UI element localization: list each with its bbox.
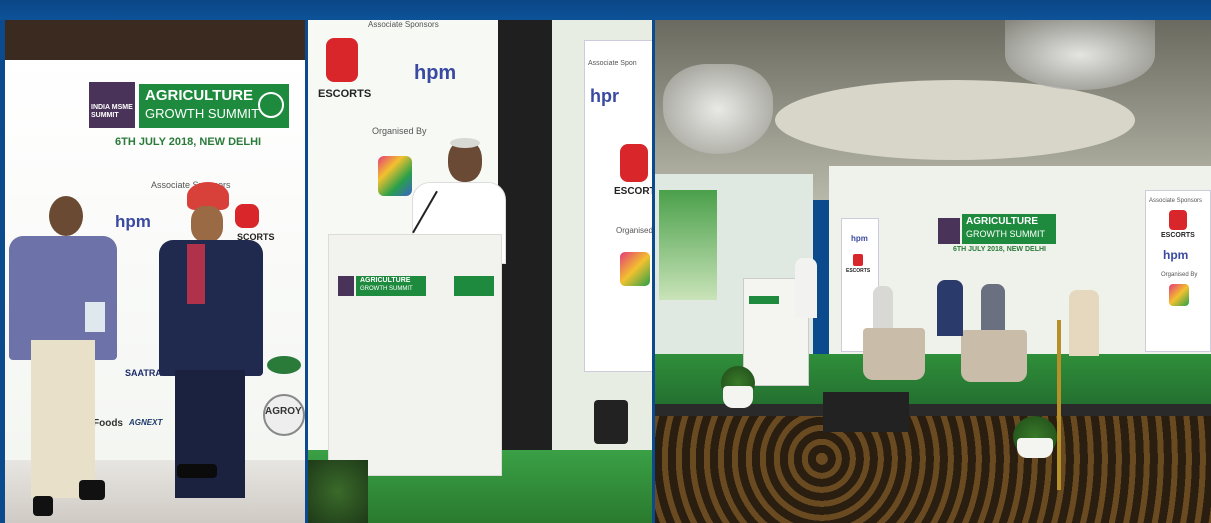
podium-side-banner [454, 276, 494, 296]
right-escorts-icon [620, 144, 648, 182]
side-escorts-text: ESCORTS [846, 268, 871, 274]
summit-date: 6TH JULY 2018, NEW DELHI [115, 136, 262, 148]
podium-title-2: GROWTH SUMMIT [360, 286, 413, 292]
banner-date: 6TH JULY 2018, NEW DELHI [953, 246, 1046, 253]
side-hpm: hpm [851, 234, 868, 243]
stage-steps [823, 392, 909, 432]
right-sponsors-label: Associate Sponsors [1149, 198, 1203, 204]
podium-banner [749, 296, 779, 304]
partner-agroy: AGROY [265, 406, 302, 417]
partner-agnext: AGNEXT [129, 418, 163, 427]
partner-foods: Foods [93, 418, 123, 429]
speaker [795, 258, 817, 318]
photo-panel-discussion: AGRICULTURE GROWTH SUMMIT 6TH JULY 2018,… [655, 20, 1211, 523]
msme-logo [938, 218, 960, 244]
person-left-trousers [31, 340, 95, 498]
stage-light [594, 400, 628, 444]
right-organised-label: Organised By [1161, 272, 1198, 278]
organised-by-label: Organised By [372, 126, 427, 136]
panelist-2 [937, 280, 963, 336]
india-msme-text: INDIA MSME SUMMIT [91, 104, 133, 119]
left-shoe [33, 496, 53, 516]
agri-title-1: AGRICULTURE [966, 216, 1039, 227]
wood-wall [5, 20, 305, 60]
panel-table-right [961, 330, 1027, 382]
podium [328, 234, 502, 476]
person-right-trousers [175, 370, 245, 498]
agri-title-2: GROWTH SUMMIT [145, 106, 260, 121]
side-escorts-icon [853, 254, 863, 266]
person-left-head [49, 196, 83, 236]
chandelier-left [663, 64, 773, 154]
escorts-logo-icon [235, 204, 259, 228]
collage-frame: INDIA MSME SUMMIT AGRICULTURE GROWTH SUM… [0, 0, 1211, 523]
right-escorts-text: ESCORTS [1161, 232, 1195, 239]
partner-green-logo [267, 356, 301, 374]
right-organised-label: Organised [616, 226, 652, 235]
agri-title-2: GROWTH SUMMIT [966, 229, 1045, 239]
plant-pot [1017, 438, 1053, 458]
panelist-3 [981, 284, 1005, 330]
escorts-logo-icon [326, 38, 358, 82]
tie [187, 244, 205, 304]
top-border [0, 0, 1211, 20]
person-right-suit [159, 240, 263, 376]
ceiling-cove [775, 80, 1135, 160]
right-escorts-icon [1169, 210, 1187, 230]
hpm-logo: hpm [115, 212, 151, 231]
plant-left-pot [723, 386, 753, 408]
podium-msme-logo [338, 276, 354, 296]
leaf-emblem-icon [258, 92, 284, 118]
right-associate-label: Associate Spon [588, 60, 637, 67]
patterned-carpet [655, 416, 1211, 523]
dark-gap [498, 20, 552, 450]
plant [308, 460, 368, 523]
right-shoe [79, 480, 105, 500]
podium-title-1: AGRICULTURE [360, 277, 411, 284]
photo-speaker-podium: Associate Sponsors ESCORTS hpm Organised… [308, 20, 652, 523]
photo-two-attendees: INDIA MSME SUMMIT AGRICULTURE GROWTH SUM… [5, 20, 305, 523]
panelist-1 [873, 286, 893, 328]
associate-sponsors-top: Associate Sponsors [368, 20, 439, 29]
shoe [177, 464, 217, 478]
right-escorts-text: ESCORT [614, 186, 652, 197]
projection-screen [659, 190, 717, 300]
id-badge [85, 302, 105, 332]
organiser-e-logo-icon [1169, 284, 1189, 306]
agri-title-1: AGRICULTURE [145, 87, 254, 104]
right-e-logo-icon [620, 252, 650, 286]
right-hpm: hpr [590, 86, 619, 106]
escorts-text: ESCORTS [318, 88, 372, 100]
organiser-e-logo-icon [378, 156, 412, 196]
speaker-hair [450, 138, 480, 148]
person-right-face [191, 206, 223, 242]
chandelier-right [1005, 20, 1155, 90]
right-hpm: hpm [1163, 248, 1189, 262]
hpm-logo: hpm [414, 62, 457, 84]
panel-table-left [863, 328, 925, 380]
brass-lamp [1057, 320, 1061, 490]
panelist-4 [1069, 290, 1099, 356]
